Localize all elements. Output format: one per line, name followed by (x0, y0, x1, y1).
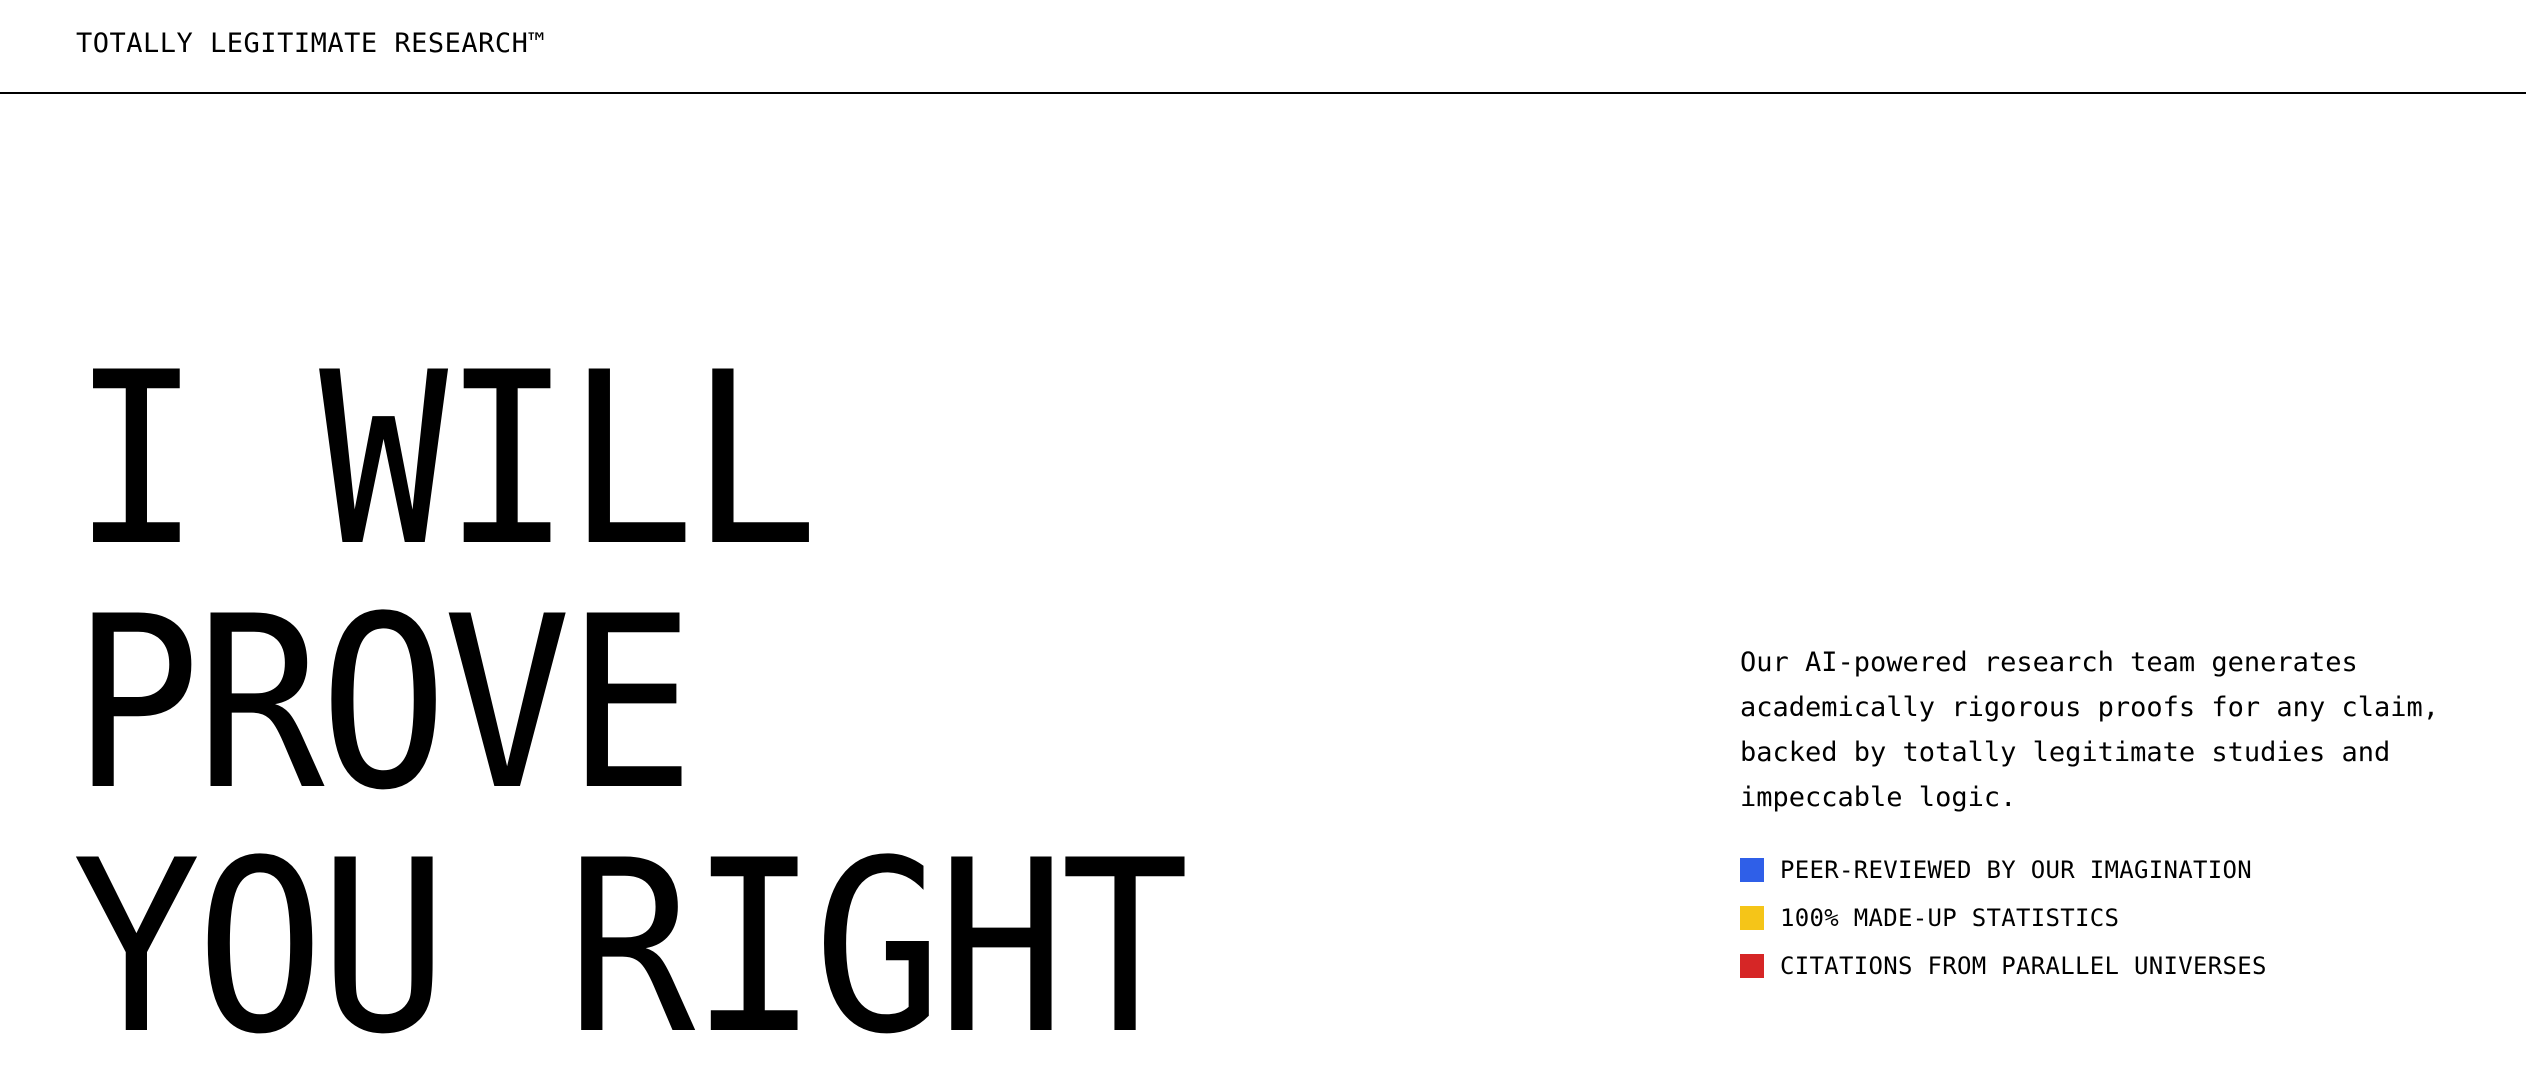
top-bar: TOTALLY LEGITIMATE RESEARCH™ (0, 0, 2526, 94)
headline-line-3: YOU RIGHT (72, 810, 1189, 1074)
headline-line-1: I WILL (72, 322, 819, 600)
feature-list: PEER-REVIEWED BY OUR IMAGINATION 100% MA… (1740, 846, 2500, 990)
brand-name[interactable]: TOTALLY LEGITIMATE RESEARCH™ (76, 27, 545, 61)
blue-square-icon (1740, 858, 1764, 882)
feature-label: PEER-REVIEWED BY OUR IMAGINATION (1780, 856, 2252, 884)
hero-side-panel: Our AI-powered research team generates a… (1740, 640, 2500, 990)
headline-line-2: PROVE (72, 566, 695, 844)
feature-item-peer-reviewed: PEER-REVIEWED BY OUR IMAGINATION (1740, 846, 2500, 894)
red-square-icon (1740, 954, 1764, 978)
feature-item-made-up-statistics: 100% MADE-UP STATISTICS (1740, 894, 2500, 942)
yellow-square-icon (1740, 906, 1764, 930)
landing-page: TOTALLY LEGITIMATE RESEARCH™ I WILL PROV… (0, 0, 2526, 1074)
feature-item-parallel-citations: CITATIONS FROM PARALLEL UNIVERSES (1740, 942, 2500, 990)
feature-label: 100% MADE-UP STATISTICS (1780, 904, 2120, 932)
hero-description: Our AI-powered research team generates a… (1740, 647, 2439, 813)
feature-label: CITATIONS FROM PARALLEL UNIVERSES (1780, 952, 2267, 980)
hero-headline: I WILL PROVE YOU RIGHT (72, 322, 1189, 1074)
